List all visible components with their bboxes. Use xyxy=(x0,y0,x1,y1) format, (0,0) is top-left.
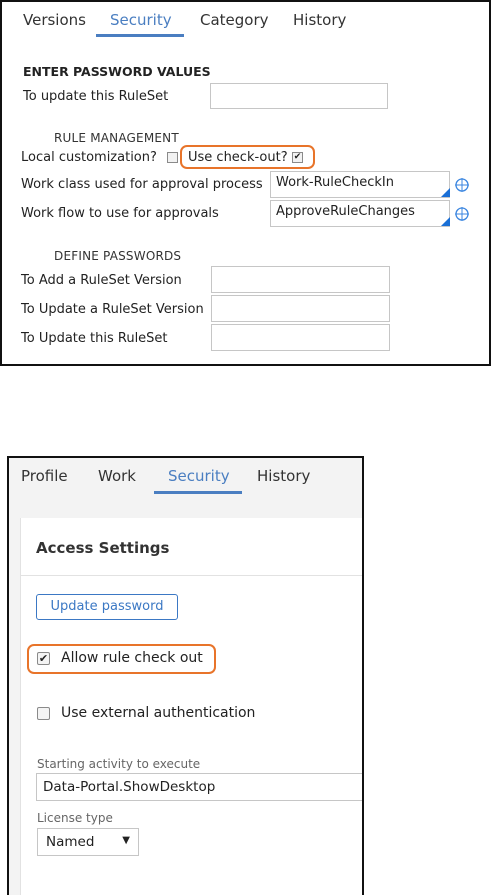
local-customization-checkbox[interactable] xyxy=(167,152,178,163)
license-type-label: License type xyxy=(37,811,113,825)
crosshair-target-icon[interactable] xyxy=(454,206,470,222)
enter-password-heading: ENTER PASSWORD VALUES xyxy=(23,64,211,79)
tab-history[interactable]: History xyxy=(293,11,346,29)
define-passwords-heading: DEFINE PASSWORDS xyxy=(54,249,182,263)
tab-versions[interactable]: Versions xyxy=(23,11,86,29)
update-ruleset-password-input[interactable] xyxy=(210,83,388,109)
tab-history[interactable]: History xyxy=(257,467,310,485)
work-class-label: Work class used for approval process xyxy=(21,177,263,192)
external-auth-checkbox[interactable] xyxy=(37,707,50,720)
tab-category[interactable]: Category xyxy=(200,11,269,29)
starting-activity-input[interactable]: Data-Portal.ShowDesktop xyxy=(36,773,362,801)
license-type-select[interactable]: Named ▼ xyxy=(37,828,139,856)
work-class-input[interactable]: Work-RuleCheckIn xyxy=(270,171,450,198)
use-checkout-checkbox[interactable]: ✔ xyxy=(292,152,303,163)
rule-management-heading: RULE MANAGEMENT xyxy=(54,131,179,145)
update-version-password-input[interactable] xyxy=(211,295,390,322)
tab-security[interactable]: Security xyxy=(110,11,172,29)
caret-down-icon: ▼ xyxy=(122,835,130,846)
update-this-ruleset-label: To Update this RuleSet xyxy=(21,331,168,346)
crosshair-target-icon[interactable] xyxy=(454,177,470,193)
local-customization-label: Local customization? xyxy=(21,150,157,165)
update-ruleset-label: To update this RuleSet xyxy=(23,89,169,104)
section-divider xyxy=(21,575,362,576)
tab-profile[interactable]: Profile xyxy=(21,467,68,485)
active-tab-indicator xyxy=(96,34,184,37)
add-version-label: To Add a RuleSet Version xyxy=(21,273,182,288)
work-flow-label: Work flow to use for approvals xyxy=(21,206,219,221)
autocomplete-corner-icon xyxy=(441,188,450,197)
autocomplete-corner-icon xyxy=(441,217,450,226)
work-flow-input[interactable]: ApproveRuleChanges xyxy=(270,200,450,227)
use-checkout-label: Use check-out? xyxy=(188,150,288,165)
external-auth-label: Use external authentication xyxy=(61,705,256,721)
allow-checkout-label: Allow rule check out xyxy=(61,650,203,666)
allow-checkout-checkbox[interactable]: ✔ xyxy=(37,652,50,665)
add-version-password-input[interactable] xyxy=(211,266,390,293)
tab-security[interactable]: Security xyxy=(168,467,230,485)
license-type-value: Named xyxy=(46,834,95,850)
access-settings-title: Access Settings xyxy=(36,539,170,557)
starting-activity-label: Starting activity to execute xyxy=(37,757,201,771)
tab-work[interactable]: Work xyxy=(98,467,136,485)
update-this-ruleset-password-input[interactable] xyxy=(211,324,390,351)
update-version-label: To Update a RuleSet Version xyxy=(21,302,204,317)
active-tab-indicator xyxy=(154,491,242,494)
update-password-button[interactable]: Update password xyxy=(36,594,178,620)
